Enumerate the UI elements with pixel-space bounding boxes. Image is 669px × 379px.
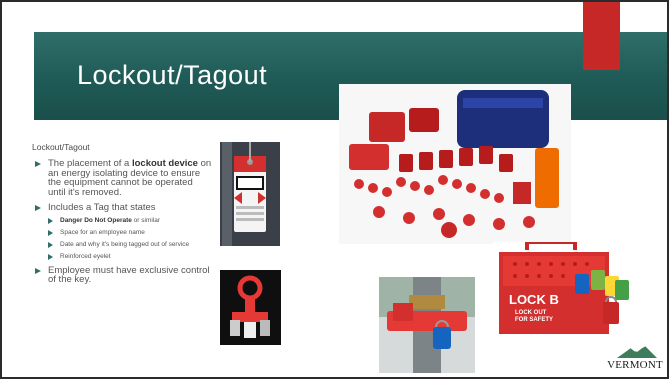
sub-bullet-bold: Danger Do Not Operate [60,216,132,224]
bullet-text: Employee must have exclusive control of … [48,264,210,285]
lockout-kit-image [339,84,571,244]
sub-bullet-text: Reinforced eyelet [60,252,111,260]
sub-bullet-text: Space for an employee name [60,228,145,236]
sub-bullet-item: Reinforced eyelet [46,253,212,260]
sub-bullet-item: Space for an employee name [46,229,212,236]
vermont-logo: VERMONT [605,342,665,374]
bullet-item: Includes a Tag that states Danger Do Not… [32,203,212,260]
valve-lockout-image [379,277,475,373]
subheading: Lockout/Tagout [32,142,90,152]
bullet-item: Employee must have exclusive control of … [32,264,212,285]
sub-bullet-list: Danger Do Not Operate or similar Space f… [46,217,212,260]
lockout-hasp-image [220,270,281,345]
slide: Lockout/Tagout Lockout/Tagout The placem… [0,0,669,379]
box-sub-label: LOCK OUT FOR SAFETY [515,310,554,323]
logo-text: VERMONT [607,359,663,371]
sub-bullet-text: or similar [131,216,161,224]
group-lock-box-image: LOCK B LOCK OUT FOR SAFETY [493,242,656,340]
slide-title: Lockout/Tagout [77,60,268,90]
sub-bullet-text: Date and why it's being tagged out of se… [60,240,190,248]
accent-tab [583,2,620,70]
bullet-text: Includes a Tag that states [48,202,156,213]
danger-tag-image [220,142,280,246]
box-label: LOCK B [509,292,559,307]
sub-bullet-item: Danger Do Not Operate or similar [46,217,212,224]
bullet-item: The placement of a lockout device on an … [32,159,212,197]
sub-bullet-item: Date and why it's being tagged out of se… [46,241,212,248]
bullet-list: The placement of a lockout device on an … [32,159,212,291]
